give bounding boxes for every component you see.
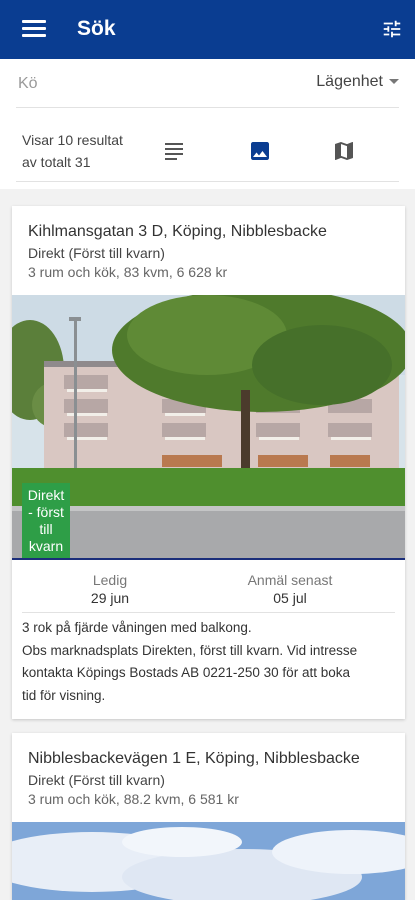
- listing-size: 3 rum och kök, 83 kvm, 6 628 kr: [28, 264, 228, 280]
- listing-dates: Ledig 29 jun Anmäl senast 05 jul: [12, 562, 405, 618]
- listing-photo[interactable]: Direkt - först till kvarn: [12, 295, 405, 558]
- housing-type-select[interactable]: Lägenhet: [316, 73, 399, 91]
- apply-deadline-label: Anmäl senast: [247, 572, 333, 588]
- badge-line: - först: [28, 504, 64, 520]
- badge-line: kvarn: [28, 538, 64, 554]
- listing-photo[interactable]: [12, 822, 405, 900]
- listing-description: 3 rok på fjärde våningen med balkong. Ob…: [22, 617, 400, 707]
- divider: [22, 612, 395, 613]
- map-icon[interactable]: [332, 139, 356, 163]
- queue-field[interactable]: Kö: [18, 75, 38, 93]
- available-date: 29 jun: [90, 590, 130, 606]
- dropdown-arrow-icon: [389, 79, 399, 85]
- housing-type-value: Lägenhet: [316, 73, 383, 90]
- menu-icon[interactable]: [22, 20, 46, 40]
- description-line: tid för visning.: [22, 687, 106, 703]
- search-panel: Kö Lägenhet Visar 10 resultat av totalt …: [0, 59, 415, 189]
- result-count-line2: av totalt 31: [22, 154, 91, 170]
- list-icon[interactable]: [162, 139, 186, 163]
- badge-line: Direkt: [27, 487, 65, 503]
- result-count-line1: Visar 10 resultat: [22, 132, 123, 148]
- divider: [16, 181, 399, 182]
- image-icon[interactable]: [248, 139, 272, 163]
- description-line: 3 rok på fjärde våningen med balkong.: [22, 620, 252, 635]
- available-column: Ledig 29 jun: [12, 572, 208, 606]
- available-label: Ledig: [92, 572, 128, 588]
- listing-card[interactable]: Nibblesbackevägen 1 E, Köping, Nibblesba…: [12, 733, 405, 900]
- divider: [16, 107, 399, 108]
- listing-size: 3 rum och kök, 88.2 kvm, 6 581 kr: [28, 791, 239, 807]
- badge-line: till: [39, 521, 53, 537]
- page-title: Sök: [77, 17, 116, 40]
- listing-card[interactable]: Kihlmansgatan 3 D, Köping, Nibblesbacke …: [12, 206, 405, 719]
- tune-icon[interactable]: [381, 18, 403, 40]
- listing-type: Direkt (Först till kvarn): [28, 245, 165, 261]
- listing-type: Direkt (Först till kvarn): [28, 772, 165, 788]
- listing-address: Kihlmansgatan 3 D, Köping, Nibblesbacke: [28, 223, 327, 240]
- listing-address: Nibblesbackevägen 1 E, Köping, Nibblesba…: [28, 750, 360, 767]
- app-bar: Sök: [0, 0, 415, 59]
- apply-deadline-column: Anmäl senast 05 jul: [192, 572, 388, 606]
- description-line: kontakta Köpings Bostads AB 0221-250 30 …: [22, 665, 350, 680]
- direct-badge: Direkt - först till kvarn: [22, 483, 70, 558]
- apply-deadline-date: 05 jul: [273, 590, 307, 606]
- description-line: Obs marknadsplats Direkten, först till k…: [22, 642, 358, 658]
- divider: [12, 558, 405, 560]
- result-count: Visar 10 resultat av totalt 31: [22, 129, 123, 173]
